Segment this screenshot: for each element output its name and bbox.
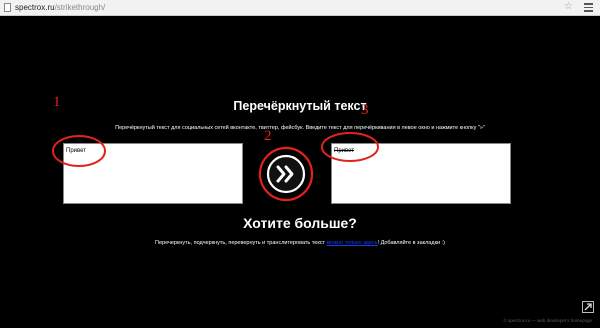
browser-menu-icon[interactable] xyxy=(584,3,593,12)
url-path: /strikethrough/ xyxy=(54,3,106,12)
output-textarea[interactable]: Привет xyxy=(331,143,511,204)
convert-button[interactable] xyxy=(258,146,314,202)
more-text: Перечеркнуть, подчеркнуть, перевернуть и… xyxy=(0,239,600,247)
page-title: Перечёркнутый текст xyxy=(233,99,367,113)
page-subtitle: Перечёркнутый текст для социальных сетей… xyxy=(115,125,485,131)
more-link[interactable]: можно только здесь xyxy=(327,240,378,246)
more-title: Хотите больше? xyxy=(243,215,357,231)
url-text[interactable]: spectrox.ru/strikethrough/ xyxy=(15,2,105,13)
address-bar[interactable]: spectrox.ru/strikethrough/ ☆ xyxy=(0,0,600,16)
more-text-after: ! Добавляйте в закладки :) xyxy=(377,240,445,246)
annotation-number-3: 3 xyxy=(361,102,369,118)
more-text-before: Перечеркнуть, подчеркнуть, перевернуть и… xyxy=(155,240,327,246)
input-text: Привет xyxy=(66,148,87,154)
annotation-number-1: 1 xyxy=(53,94,61,110)
footer-credit: © spectrox.ru — web developer's homepage xyxy=(503,318,592,323)
annotation-number-2: 2 xyxy=(264,128,272,144)
url-domain: spectrox.ru xyxy=(15,3,55,12)
expand-icon[interactable] xyxy=(582,301,594,313)
bookmark-star-icon[interactable]: ☆ xyxy=(564,1,573,13)
input-textarea[interactable]: Привет xyxy=(63,143,243,204)
page-icon xyxy=(4,3,11,12)
output-text: Привет xyxy=(334,148,355,154)
